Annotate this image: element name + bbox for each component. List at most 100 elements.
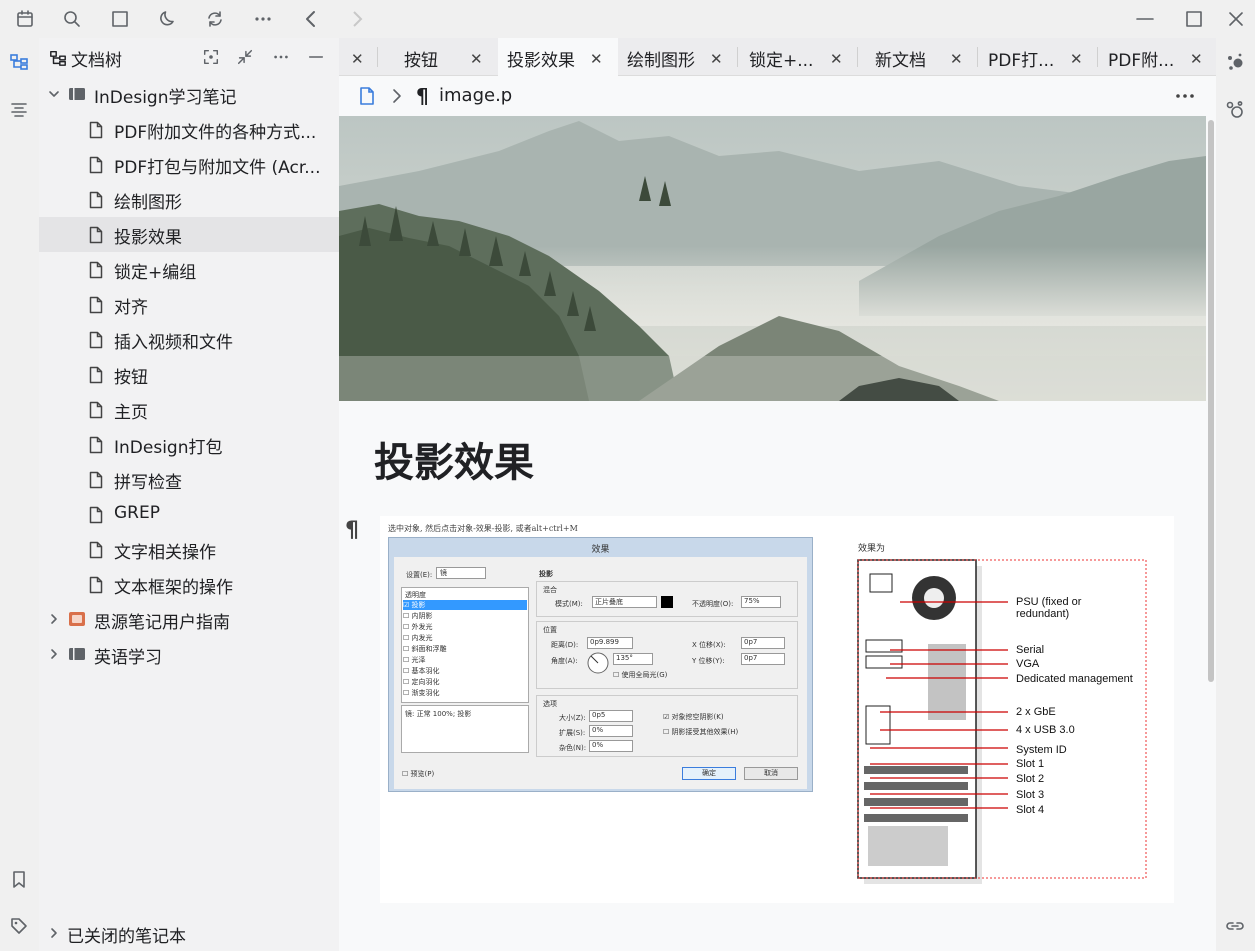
close-tab-icon[interactable]: ✕ — [950, 50, 963, 68]
honor-label: 阴影接受其他效果(H) — [671, 728, 739, 736]
document-icon — [89, 261, 103, 279]
tree-doc-item[interactable]: GREP — [39, 497, 339, 532]
tree-doc-label: 绘制图形 — [114, 193, 182, 213]
search-icon[interactable] — [60, 7, 84, 31]
notebook-english[interactable]: 英语学习 — [39, 637, 339, 672]
scrollbar-thumb[interactable] — [1208, 120, 1214, 682]
close-tab-icon[interactable]: ✕ — [710, 50, 723, 68]
tab-2[interactable]: 投影效果 ✕ — [498, 38, 618, 76]
moon-icon[interactable] — [156, 7, 180, 31]
maximize-icon[interactable] — [1182, 7, 1206, 31]
graph-icon[interactable] — [1225, 52, 1245, 72]
document-icon — [89, 506, 103, 524]
notebook-icon — [68, 646, 86, 662]
close-tab-icon[interactable]: ✕ — [1190, 50, 1203, 68]
tab-1[interactable]: 按钮 ✕ — [378, 38, 498, 76]
options-label: 选项 — [543, 700, 557, 708]
tree-doc-item[interactable]: 拼写检查 — [39, 462, 339, 497]
closed-notebooks[interactable]: 已关闭的笔记本 — [39, 916, 339, 951]
document-banner-image[interactable] — [339, 116, 1206, 401]
tree-doc-label: 锁定+编组 — [114, 263, 197, 283]
preview-checkbox: ☐ 预览(P) — [402, 770, 435, 778]
settings-select: 镜 — [436, 567, 486, 579]
more-icon[interactable] — [272, 48, 290, 66]
breadcrumb-block[interactable]: image.p — [439, 85, 512, 106]
document-icon — [89, 331, 103, 349]
close-tab-icon[interactable]: ✕ — [590, 50, 603, 68]
tree-doc-label: InDesign打包 — [114, 438, 223, 458]
collapse-all-icon[interactable] — [236, 48, 254, 66]
backlink-icon[interactable] — [1225, 916, 1245, 936]
tab-0[interactable]: ✕ — [339, 38, 378, 76]
tree-doc-item[interactable]: 插入视频和文件 — [39, 322, 339, 357]
pilcrow-icon[interactable]: ¶ — [416, 84, 429, 108]
tag-icon[interactable] — [9, 916, 29, 936]
close-window-icon[interactable] — [1224, 7, 1248, 31]
document-icon — [89, 156, 103, 174]
chevron-right-icon[interactable] — [47, 647, 61, 661]
effect-item: ☐ 定向羽化 — [403, 678, 440, 686]
notebook-user-guide[interactable]: 思源笔记用户指南 — [39, 602, 339, 637]
scrollbar[interactable] — [1206, 116, 1216, 951]
window-icon[interactable] — [108, 7, 132, 31]
tree-doc-item[interactable]: InDesign打包 — [39, 427, 339, 462]
pilcrow-icon[interactable]: ¶ — [345, 518, 359, 543]
calendar-icon[interactable] — [13, 7, 37, 31]
focus-icon[interactable] — [202, 48, 220, 66]
close-tab-icon[interactable]: ✕ — [470, 50, 483, 68]
settings-label: 设置(E): — [406, 571, 433, 579]
close-tab-icon[interactable]: ✕ — [351, 50, 364, 68]
close-tab-icon[interactable]: ✕ — [830, 50, 843, 68]
content-image[interactable]: 选中对象, 然后点击对象-效果-投影, 或者alt+ctrl+M 效果 设置(E… — [380, 516, 1174, 903]
tab-3[interactable]: 绘制图形 ✕ — [618, 38, 738, 76]
effect-item-label: 光泽 — [411, 656, 426, 664]
sync-icon[interactable] — [203, 7, 227, 31]
angle-input: 135° — [613, 653, 653, 665]
tree-doc-item[interactable]: 绘制图形 — [39, 182, 339, 217]
global-graph-icon[interactable] — [1225, 100, 1245, 120]
close-tab-icon[interactable]: ✕ — [1070, 50, 1083, 68]
tree-doc-item[interactable]: 文字相关操作 — [39, 532, 339, 567]
back-icon[interactable] — [299, 7, 323, 31]
outline-icon[interactable] — [9, 100, 29, 120]
chevron-down-icon[interactable] — [47, 87, 61, 101]
dialog-title: 效果 — [591, 545, 610, 555]
tab-7[interactable]: PDF附... ✕ — [1098, 38, 1216, 76]
more-icon[interactable] — [1175, 87, 1195, 105]
chevron-right-icon[interactable] — [47, 612, 61, 626]
mode-label: 模式(M): — [555, 600, 583, 608]
tree-doc-item[interactable]: PDF打包与附加文件 (Acr... — [39, 147, 339, 182]
diagram-label: Dedicated management — [1016, 673, 1133, 685]
more-icon[interactable] — [251, 7, 275, 31]
result-label: 效果为 — [858, 544, 886, 554]
tree-doc-item[interactable]: 主页 — [39, 392, 339, 427]
notebook-label: InDesign学习笔记 — [94, 88, 237, 108]
diagram-label: 4 x USB 3.0 — [1016, 724, 1075, 736]
bookmark-icon[interactable] — [9, 869, 29, 889]
document-icon[interactable] — [359, 86, 375, 106]
minimize-icon[interactable] — [1133, 7, 1157, 31]
tree-doc-item[interactable]: 锁定+编组 — [39, 252, 339, 287]
minimize-panel-icon[interactable] — [307, 48, 325, 66]
tab-5[interactable]: 新文档 ✕ — [858, 38, 978, 76]
document-title[interactable]: 投影效果 — [374, 430, 534, 488]
tree-doc-label: 对齐 — [114, 298, 148, 318]
notebook-label: 思源笔记用户指南 — [94, 613, 230, 633]
top-toolbar — [0, 0, 1255, 38]
tree-doc-item[interactable]: 对齐 — [39, 287, 339, 322]
tab-4[interactable]: 锁定+... ✕ — [738, 38, 858, 76]
chevron-right-icon[interactable] — [47, 926, 61, 940]
file-tree-icon[interactable] — [9, 52, 29, 72]
transparency-label: 透明度 — [405, 591, 426, 599]
forward-icon[interactable] — [345, 7, 369, 31]
size-input: 0p5 — [589, 710, 633, 722]
tab-6[interactable]: PDF打... ✕ — [978, 38, 1098, 76]
noise-input: 0% — [589, 740, 633, 752]
tree-doc-item[interactable]: 按钮 — [39, 357, 339, 392]
tree-doc-item[interactable]: PDF附加文件的各种方式... — [39, 112, 339, 147]
global-light-checkbox: ☐ 使用全局光(G) — [613, 671, 668, 679]
tree-doc-item[interactable]: 投影效果 — [39, 217, 339, 252]
notebook-indesign[interactable]: InDesign学习笔记 — [39, 77, 339, 112]
tree-doc-item[interactable]: 文本框架的操作 — [39, 567, 339, 602]
tree-doc-label: 投影效果 — [114, 228, 182, 248]
